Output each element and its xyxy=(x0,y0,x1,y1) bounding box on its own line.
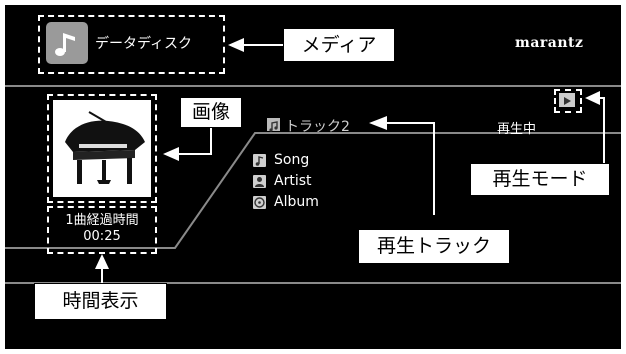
callout-image: 画像 xyxy=(180,97,242,128)
callout-play-mode: 再生モード xyxy=(470,163,610,196)
player-screen: データディスク marantz 1曲経過時間 00:25 トラック2 再生中 S… xyxy=(5,5,621,349)
callout-play-track: 再生トラック xyxy=(358,229,510,264)
callout-time-display: 時間表示 xyxy=(34,283,167,320)
callout-media: メディア xyxy=(283,28,395,62)
